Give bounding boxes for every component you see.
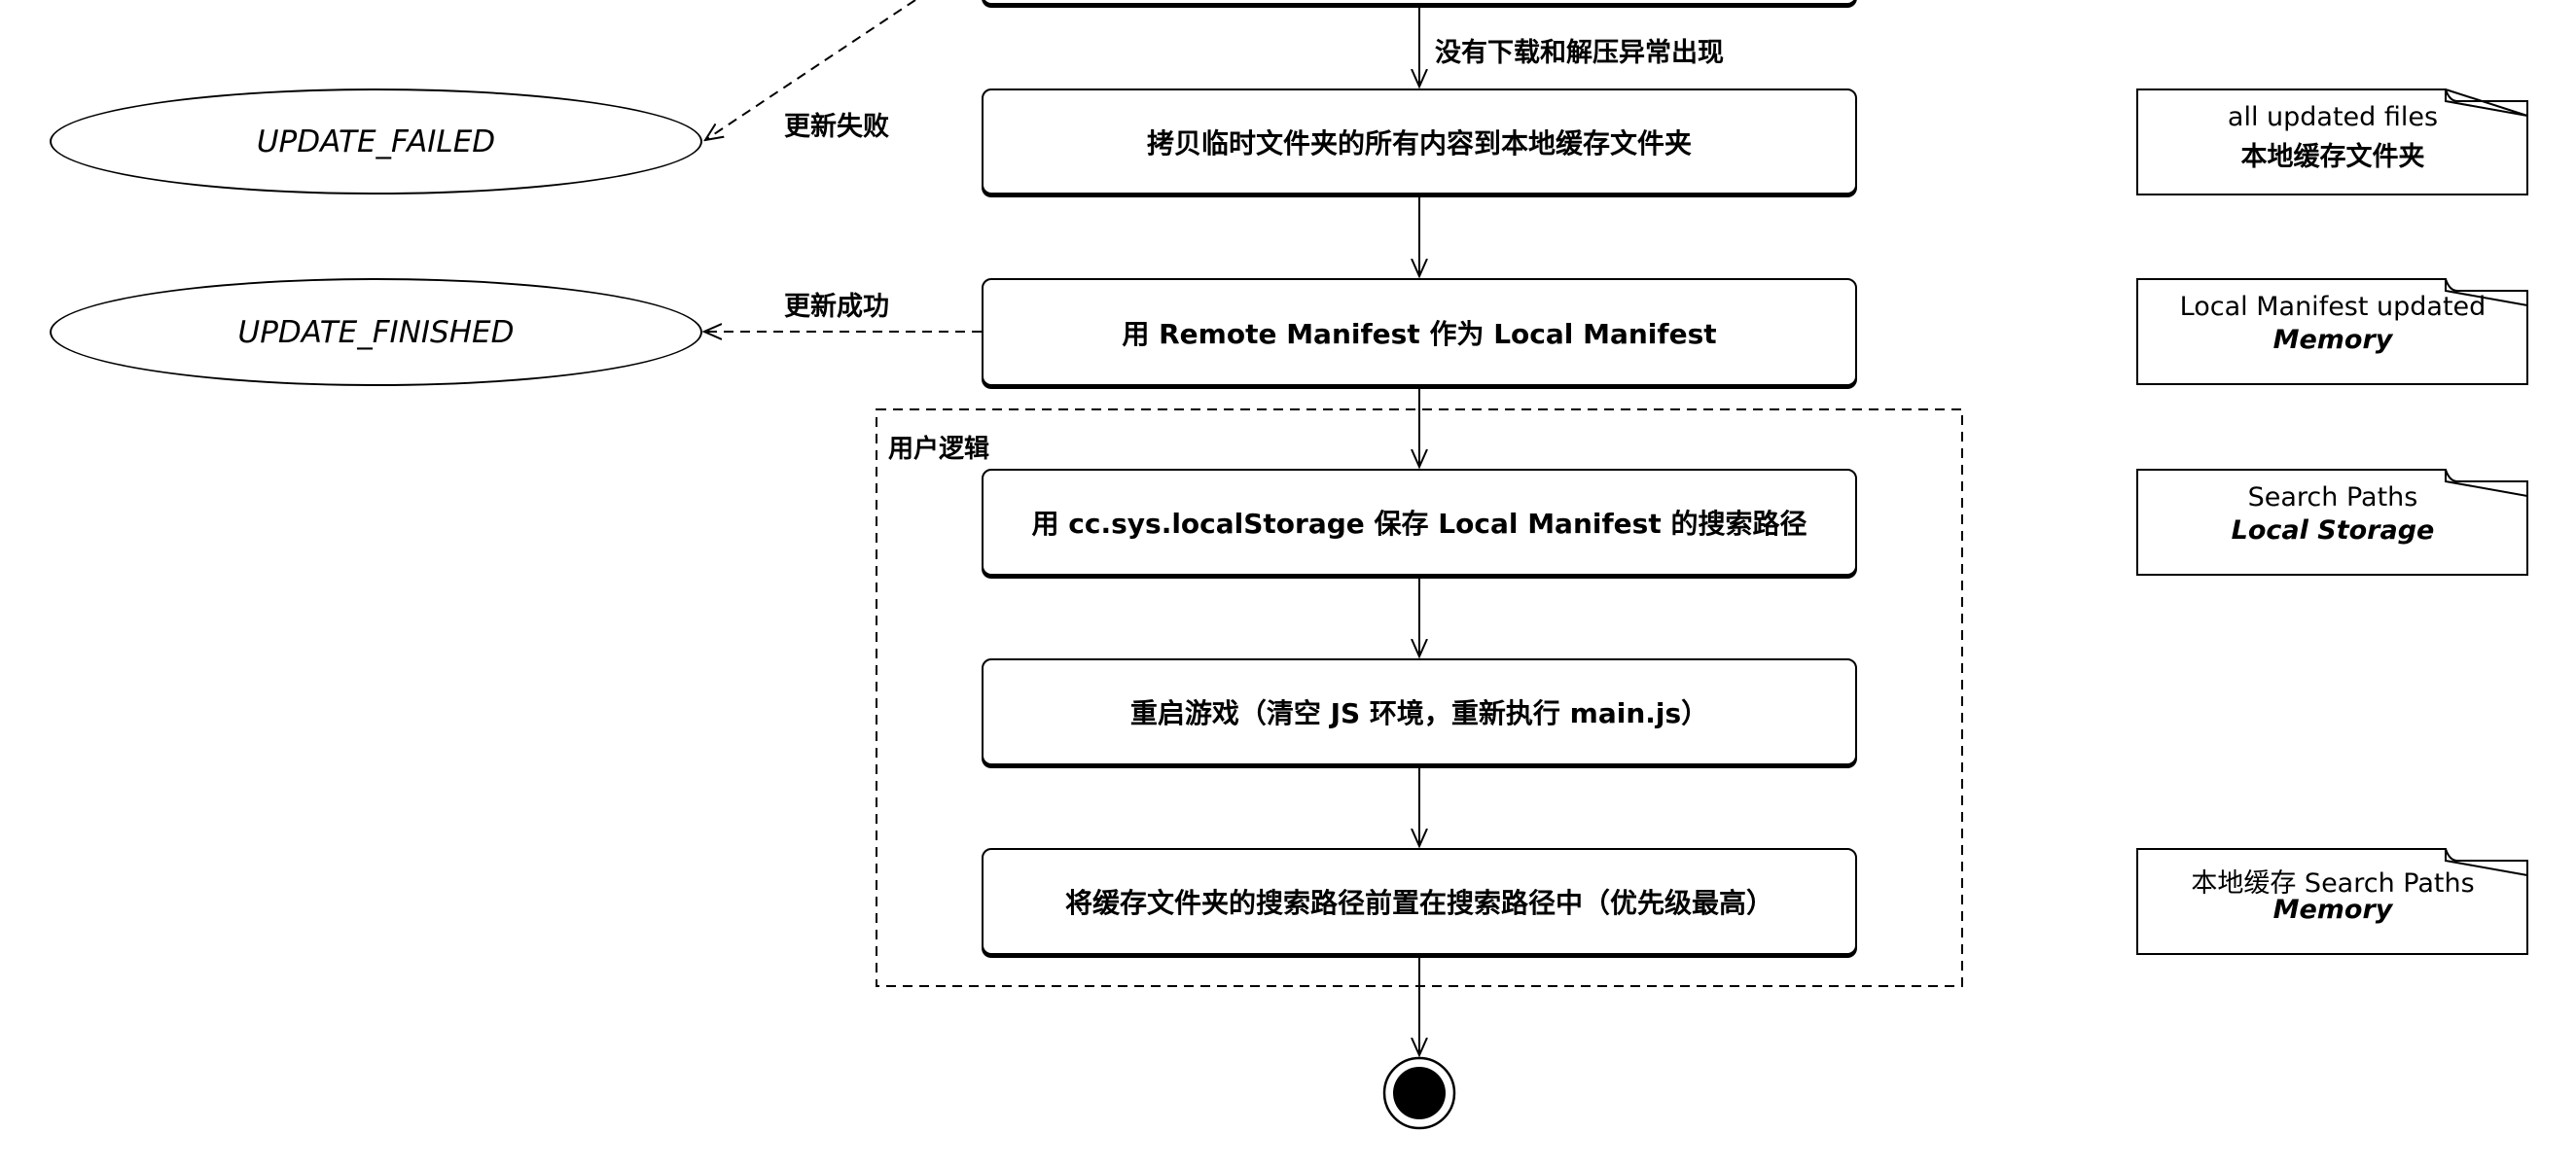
state-update-finished: UPDATE_FINISHED [50, 278, 702, 386]
edge-label-success: 更新成功 [784, 292, 889, 322]
note-search-paths-memory: 本地缓存 Search Paths Memory [2136, 848, 2529, 955]
note-line2: 本地缓存文件夹 [2240, 142, 2425, 172]
activity-replace-manifest: 用 Remote Manifest 作为 Local Manifest [982, 278, 1857, 386]
note-line2: Memory [2272, 895, 2393, 925]
note-line1: Local Manifest updated [2179, 292, 2487, 322]
note-search-paths-storage: Search Paths Local Storage [2136, 469, 2529, 576]
note-line1: all updated files [2227, 102, 2439, 132]
edge-label-fail: 更新失败 [784, 112, 889, 142]
group-label-user-logic: 用户逻辑 [888, 435, 990, 464]
activity-label: 拷贝临时文件夹的所有内容到本地缓存文件夹 [1146, 126, 1692, 159]
note-local-manifest: Local Manifest updated Memory [2136, 278, 2529, 385]
activity-label: 重启游戏（清空 JS 环境，重新执行 main.js） [1129, 697, 1709, 729]
state-label: UPDATE_FAILED [256, 124, 496, 159]
note-line1: Search Paths [2247, 482, 2418, 513]
state-update-failed: UPDATE_FAILED [50, 88, 702, 194]
activity-prepend-search-paths: 将缓存文件夹的搜索路径前置在搜索路径中（优先级最高） [982, 848, 1857, 955]
state-label: UPDATE_FINISHED [237, 314, 515, 350]
activity-label: 将缓存文件夹的搜索路径前置在搜索路径中（优先级最高） [1064, 887, 1773, 919]
activity-restart-game: 重启游戏（清空 JS 环境，重新执行 main.js） [982, 658, 1857, 765]
note-line2: Local Storage [2231, 515, 2435, 546]
activity-label: 用 cc.sys.localStorage 保存 Local Manifest … [1031, 508, 1807, 540]
note-updated-files: all updated files 本地缓存文件夹 [2136, 88, 2529, 195]
note-line2: Memory [2272, 325, 2393, 355]
activity-label: 用 Remote Manifest 作为 Local Manifest [1122, 317, 1717, 350]
previous-activity-box [982, 0, 1857, 5]
edge-label-no-error: 没有下载和解压异常出现 [1435, 38, 1724, 68]
final-node-inner [1393, 1067, 1446, 1119]
activity-save-search-paths: 用 cc.sys.localStorage 保存 Local Manifest … [982, 469, 1857, 576]
activity-copy: 拷贝临时文件夹的所有内容到本地缓存文件夹 [982, 88, 1857, 194]
